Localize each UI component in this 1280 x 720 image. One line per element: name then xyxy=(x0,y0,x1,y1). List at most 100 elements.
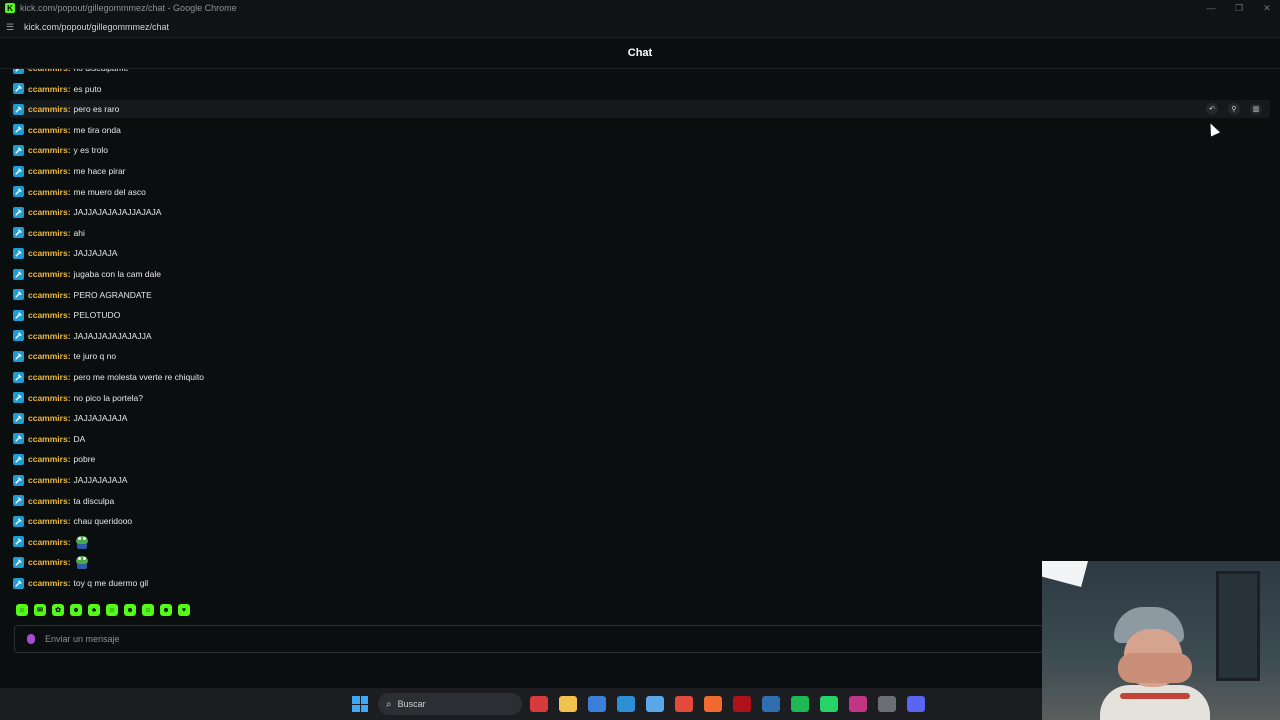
chat-message[interactable]: ccammirs: JAJJAJAJAJA xyxy=(10,471,1270,489)
app-icon[interactable] xyxy=(878,696,896,712)
chat-message[interactable]: ccammirs: pero es raro ↶ ⚲ ▥ xyxy=(10,100,1270,119)
whatsapp-icon[interactable] xyxy=(820,696,838,712)
site-info-icon[interactable]: ☰ xyxy=(6,22,16,32)
chat-username[interactable]: ccammirs xyxy=(28,372,68,382)
emote-icon[interactable]: ☺ xyxy=(142,604,154,616)
emote-icon[interactable]: ✿ xyxy=(52,604,64,616)
chat-username[interactable]: ccammirs xyxy=(28,475,68,485)
chat-username[interactable]: ccammirs xyxy=(28,104,68,114)
spotify-icon[interactable] xyxy=(791,696,809,712)
emote-icon[interactable]: ☻ xyxy=(70,604,82,616)
chat-username[interactable]: ccammirs xyxy=(28,125,68,135)
address-bar[interactable]: ☰ kick.com/popout/gillegommmez/chat xyxy=(0,16,1280,38)
reply-icon[interactable]: ↶ xyxy=(1206,103,1218,116)
username-separator: : xyxy=(67,516,71,527)
close-icon[interactable]: ✕ xyxy=(1262,3,1272,14)
chat-message[interactable]: ccammirs: es puto xyxy=(10,80,1270,98)
chat-username[interactable]: ccammirs xyxy=(28,310,68,320)
chat-message[interactable]: ccammirs: PELOTUDO xyxy=(10,306,1270,324)
emote-icon[interactable]: ♣ xyxy=(88,604,100,616)
message-input-container[interactable] xyxy=(14,625,1044,653)
url-text[interactable]: kick.com/popout/gillegommmez/chat xyxy=(24,22,169,32)
chat-username[interactable]: ccammirs xyxy=(28,496,68,506)
chat-username[interactable]: ccammirs xyxy=(28,207,68,217)
message-input[interactable] xyxy=(45,634,945,644)
chat-message[interactable]: ccammirs: chau queridooo xyxy=(10,512,1270,530)
app-icon[interactable] xyxy=(704,696,722,712)
app-icon[interactable] xyxy=(646,696,664,712)
chat-message[interactable]: ccammirs:no disculpame xyxy=(10,69,1270,77)
pin-icon[interactable]: ⚲ xyxy=(1228,103,1240,116)
taskbar-search[interactable]: ⌕ Buscar xyxy=(378,693,522,715)
username-separator: : xyxy=(67,351,71,362)
chat-message[interactable]: ccammirs: JAJJAJAJAJAJJAJAJA xyxy=(10,203,1270,221)
chat-message[interactable]: ccammirs: xyxy=(10,533,1270,551)
chat-message[interactable]: ccammirs: DA xyxy=(10,430,1270,448)
app-icon[interactable] xyxy=(617,696,635,712)
chat-username[interactable]: ccammirs xyxy=(28,393,68,403)
store-icon[interactable] xyxy=(588,696,606,712)
chat-username[interactable]: ccammirs xyxy=(28,69,68,73)
chat-username[interactable]: ccammirs xyxy=(28,537,68,547)
chat-message[interactable]: ccammirs: PERO AGRANDATE xyxy=(10,286,1270,304)
chat-message[interactable]: ccammirs: me muero del asco xyxy=(10,183,1270,201)
chat-message[interactable]: ccammirs: pero me molesta vverte re chiqu… xyxy=(10,368,1270,386)
chat-message[interactable]: ccammirs: no pico la portela? xyxy=(10,389,1270,407)
chat-username[interactable]: ccammirs xyxy=(28,516,68,526)
app-icon[interactable] xyxy=(762,696,780,712)
emote-icon[interactable]: ☺ xyxy=(106,604,118,616)
chat-username[interactable]: ccammirs xyxy=(28,578,68,588)
username-separator: : xyxy=(67,536,71,547)
netflix-icon[interactable] xyxy=(733,696,751,712)
chat-username[interactable]: ccammirs xyxy=(28,228,68,238)
microphone-icon[interactable] xyxy=(27,634,35,644)
chat-message-text: JAJJAJAJA xyxy=(73,248,118,259)
chat-message[interactable]: ccammirs: JAJJAJAJA xyxy=(10,244,1270,262)
chat-message[interactable]: ccammirs: me hace pirar xyxy=(10,162,1270,180)
chat-message[interactable]: ccammirs: ahi xyxy=(10,224,1270,242)
chat-username[interactable]: ccammirs xyxy=(28,248,68,258)
chat-username[interactable]: ccammirs xyxy=(28,434,68,444)
hammer-badge-icon xyxy=(13,412,24,424)
chat-message[interactable]: ccammirs: y es trolo xyxy=(10,141,1270,159)
chat-username[interactable]: ccammirs xyxy=(28,454,68,464)
chat-username[interactable]: ccammirs xyxy=(28,269,68,279)
chat-message[interactable]: ccammirs: ta disculpa xyxy=(10,492,1270,510)
chat-message[interactable]: ccammirs: JAJAJJAJAJAJAJJA xyxy=(10,327,1270,345)
chat-message[interactable]: ccammirs: JAJJAJAJAJA xyxy=(10,409,1270,427)
minimize-icon[interactable]: — xyxy=(1206,3,1216,13)
username-separator: : xyxy=(67,186,71,197)
username-separator: : xyxy=(67,269,71,279)
chat-message[interactable]: ccammirs: te juro q no xyxy=(10,347,1270,365)
chat-username[interactable]: ccammirs xyxy=(28,166,68,176)
chat-username[interactable]: ccammirs xyxy=(28,187,68,197)
chat-username[interactable]: ccammirs xyxy=(28,84,68,94)
chat-username[interactable]: ccammirs xyxy=(28,290,68,300)
delete-icon[interactable]: ▥ xyxy=(1250,103,1262,116)
instagram-icon[interactable] xyxy=(849,696,867,712)
chat-message[interactable]: ccammirs: pobre xyxy=(10,450,1270,468)
file-explorer-icon[interactable] xyxy=(559,696,577,712)
chat-message-text: DA xyxy=(73,433,86,444)
chat-username[interactable]: ccammirs xyxy=(28,145,68,155)
chat-username[interactable]: ccammirs xyxy=(28,413,68,423)
emote-icon[interactable]: ☻ xyxy=(124,604,136,616)
emote-icon[interactable]: ✉ xyxy=(34,604,46,616)
chat-message-text: JAJJAJAJAJA xyxy=(73,413,128,424)
chrome-icon[interactable] xyxy=(675,696,693,712)
emote-icon[interactable]: ☻ xyxy=(160,604,172,616)
chat-message-list[interactable]: ccammirs:no disculpameccammirs:es putocc… xyxy=(0,69,1280,597)
chat-username[interactable]: ccammirs xyxy=(28,557,68,567)
chat-message[interactable]: ccammirs: me tira onda xyxy=(10,121,1270,139)
hammer-badge-icon xyxy=(13,206,24,218)
chat-username[interactable]: ccammirs xyxy=(28,351,68,361)
emote-icon[interactable]: ♥ xyxy=(178,604,190,616)
emote-icon[interactable]: ☺ xyxy=(16,604,28,616)
windows-start-icon[interactable] xyxy=(352,696,368,712)
restore-icon[interactable]: ❐ xyxy=(1234,3,1244,14)
chat-message[interactable]: ccammirs: jugaba con la cam dale xyxy=(10,265,1270,283)
app-icon[interactable] xyxy=(530,696,548,712)
chat-username[interactable]: ccammirs xyxy=(28,331,68,341)
discord-icon[interactable] xyxy=(907,696,925,712)
username-separator: : xyxy=(68,69,71,73)
